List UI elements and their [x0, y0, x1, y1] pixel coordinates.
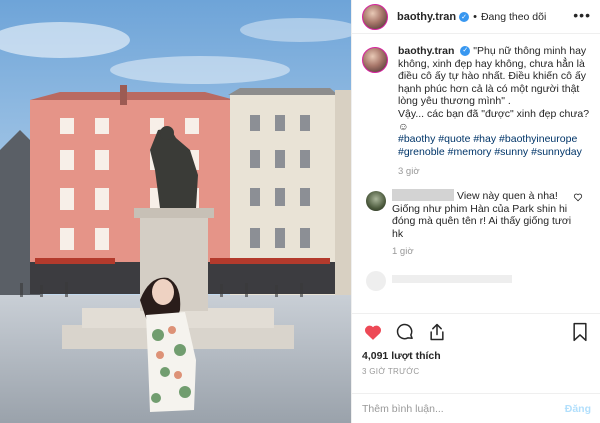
verified-icon: ✓: [460, 46, 471, 57]
comment-bubble-icon[interactable]: [394, 321, 416, 343]
hashtag-link[interactable]: #hay: [473, 133, 496, 145]
follow-status-button[interactable]: Đang theo dõi: [481, 11, 546, 23]
post-photo[interactable]: [0, 0, 351, 423]
avatar[interactable]: [362, 3, 388, 30]
more-options-icon[interactable]: •••: [573, 8, 591, 22]
hashtag-link[interactable]: #sunnyday: [531, 146, 582, 158]
action-icons-row: [362, 314, 591, 350]
caption: baothy.tran ✓ "Phụ nữ thông minh hay khô…: [362, 45, 593, 179]
faded-comment-line: [392, 274, 512, 283]
hashtag-link[interactable]: #quote: [438, 133, 470, 145]
hashtag-link[interactable]: #grenoble: [398, 146, 445, 158]
commenter-avatar[interactable]: [366, 270, 386, 291]
share-icon[interactable]: [426, 321, 448, 343]
comment-item-faded: [362, 269, 593, 291]
comment-meta: 1 giờ: [392, 246, 582, 259]
post-frame: baothy.tran ✓ • Đang theo dõi ••• baothy…: [0, 0, 600, 423]
post-photo-image: [0, 0, 351, 423]
comment-input[interactable]: [362, 402, 565, 415]
bookmark-icon[interactable]: [569, 321, 591, 343]
hashtag-link[interactable]: #memory: [448, 146, 492, 158]
post-actions: 4,091 lượt thích 3 GIỜ TRƯỚC: [352, 313, 600, 393]
caption-username[interactable]: baothy.tran: [398, 45, 454, 57]
heart-filled-icon[interactable]: [362, 321, 384, 343]
hashtag-link[interactable]: #baothy: [398, 133, 435, 145]
post-side-panel: baothy.tran ✓ • Đang theo dõi ••• baothy…: [351, 0, 600, 423]
comment-item: View này quen à nha! Giống như phim Hàn …: [362, 188, 593, 259]
comment-body: View này quen à nha! Giống như phim Hàn …: [392, 188, 582, 259]
caption-question: Vậy... các bạn đã "được" xinh đẹp chưa? …: [398, 107, 590, 133]
header-username[interactable]: baothy.tran: [397, 11, 456, 23]
hashtag-link[interactable]: #baothyineurope: [499, 133, 577, 145]
comments-list[interactable]: baothy.tran ✓ "Phụ nữ thông minh hay khô…: [352, 35, 600, 313]
commenter-avatar[interactable]: [366, 190, 386, 211]
comment-time: 1 giờ: [392, 246, 414, 258]
verified-icon: ✓: [459, 11, 470, 22]
redacted-username[interactable]: [392, 188, 454, 201]
heart-outline-icon[interactable]: [573, 192, 583, 202]
post-comment-button[interactable]: Đăng: [565, 403, 591, 415]
caption-avatar[interactable]: [362, 47, 388, 73]
caption-body: baothy.tran ✓ "Phụ nữ thông minh hay khô…: [398, 45, 593, 179]
hashtag-link[interactable]: #sunny: [494, 146, 528, 158]
likes-count[interactable]: 4,091 lượt thích: [362, 350, 591, 362]
post-timestamp: 3 GIỜ TRƯỚC: [362, 367, 420, 376]
add-comment-bar: Đăng: [352, 393, 600, 423]
caption-time: 3 giờ: [398, 166, 420, 178]
separator-dot: •: [473, 10, 477, 23]
post-header: baothy.tran ✓ • Đang theo dõi •••: [352, 0, 600, 34]
